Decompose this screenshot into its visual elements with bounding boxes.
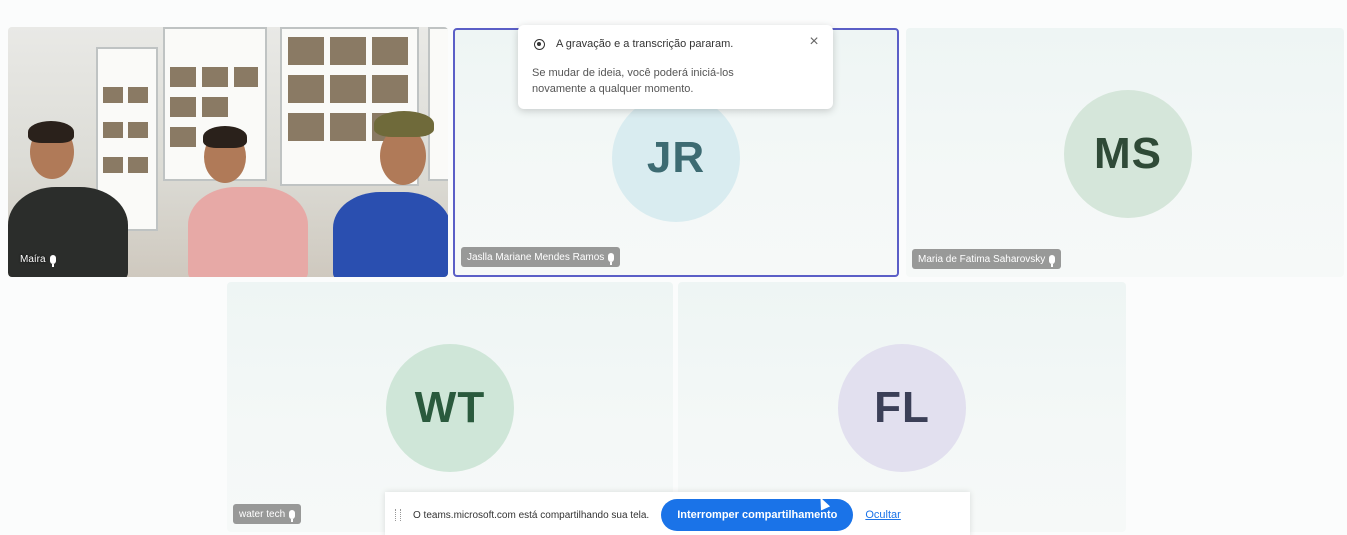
participant-name: Maíra [20,253,46,265]
person-right [333,192,448,277]
microphone-icon [49,254,56,267]
share-status-text: O teams.microsoft.com está compartilhand… [413,509,650,521]
recording-stopped-notification: A gravação e a transcrição pararam. × Se… [518,25,833,109]
participant-name-tag: water tech [233,504,302,524]
avatar: MS [1064,90,1192,218]
record-icon [534,39,545,50]
participant-name-tag: Maria de Fatima Saharovsky [912,249,1062,269]
screen-share-bar: O teams.microsoft.com está compartilhand… [385,492,970,535]
participant-name: Jaslla Mariane Mendes Ramos [467,251,605,263]
close-icon[interactable]: × [807,34,821,50]
avatar: JR [612,94,740,222]
video-feed [8,27,448,277]
microphone-icon [1049,254,1056,267]
notification-title: A gravação e a transcrição pararam. [556,38,734,50]
avatar-initials: WT [414,383,486,432]
participant-name: Maria de Fatima Saharovsky [918,253,1046,265]
hide-link[interactable]: Ocultar [865,509,900,521]
participant-name-tag: Jaslla Mariane Mendes Ramos [461,247,621,267]
avatar-initials: JR [646,133,706,182]
drag-handle-icon[interactable] [395,509,401,521]
participant-tile-video[interactable]: Maíra [8,27,448,277]
notification-body: Se mudar de ideia, você poderá iniciá-lo… [532,67,734,95]
meeting-stage: Maíra JR Jaslla Mariane Mendes Ramos MS … [0,0,1347,535]
participant-tile-ms[interactable]: MS Maria de Fatima Saharovsky [906,28,1344,277]
avatar-initials: MS [1094,129,1162,178]
participant-name-tag: Maíra [14,249,62,269]
microphone-icon [608,252,615,265]
poster-board [428,27,448,181]
microphone-icon [289,509,296,522]
person-middle [188,187,308,277]
avatar: WT [386,344,514,472]
participant-name: water tech [239,508,286,520]
avatar: FL [838,344,966,472]
avatar-initials: FL [874,383,930,432]
